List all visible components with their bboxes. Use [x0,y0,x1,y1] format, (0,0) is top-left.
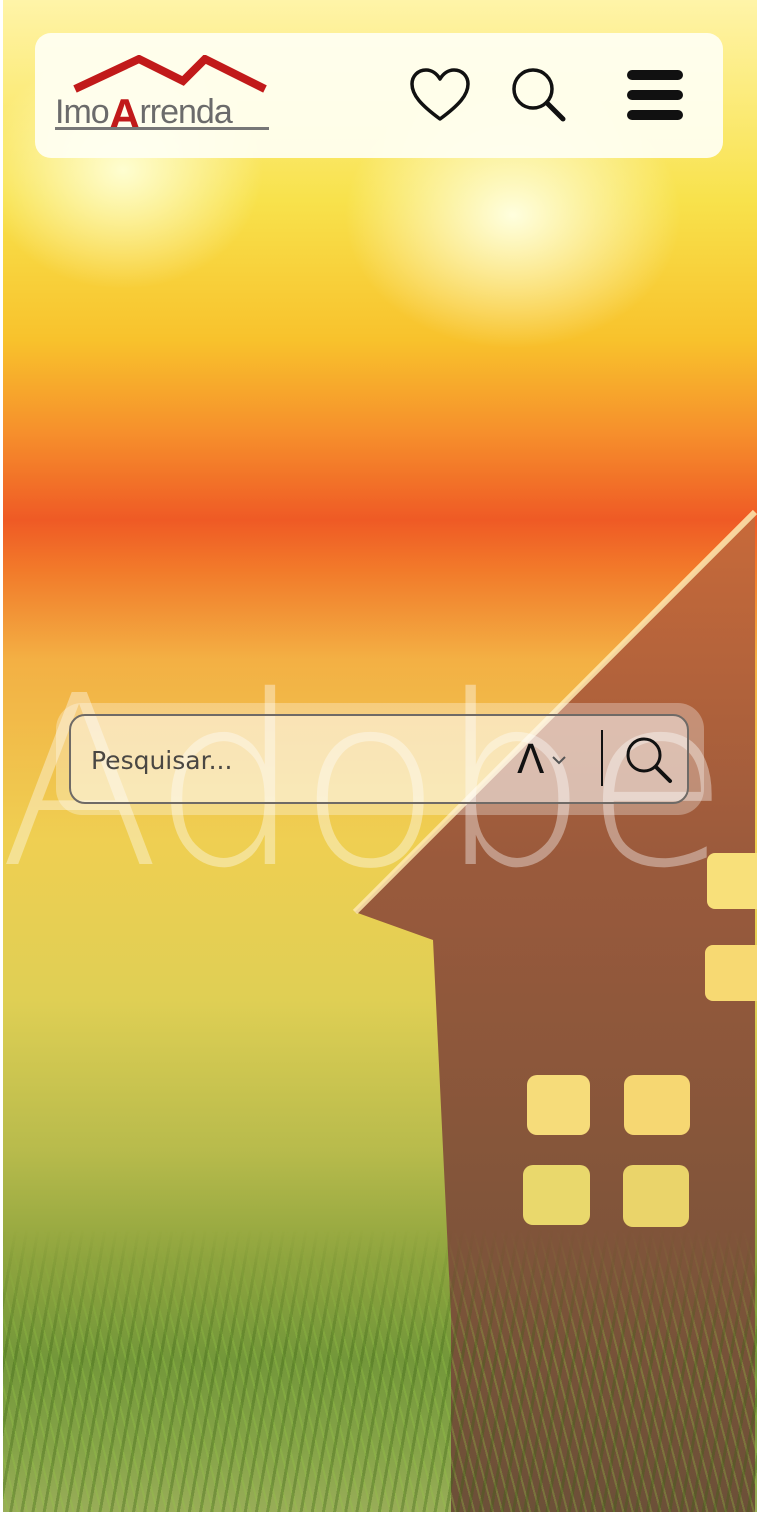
heart-icon [410,68,470,121]
logo-underline [55,127,269,130]
menu-button[interactable] [623,63,687,127]
imoarrenda-logo[interactable]: ImoArrenda [55,55,271,137]
search-bar: Λ [69,714,689,804]
search-divider [601,730,603,786]
search-icon [512,68,566,122]
hamburger-menu-icon [627,70,683,120]
logo-text-a: A [108,90,141,139]
logo-text-rrenda: rrenda [139,93,232,131]
search-type-value: Λ [517,737,545,783]
logo-text-imo: Imo [55,93,110,131]
header-search-button[interactable] [507,63,571,127]
grass-foreground [3,1230,757,1512]
chevron-down-icon [552,756,567,765]
top-header: ImoArrenda [35,33,723,158]
search-icon [626,737,672,783]
logo-wordmark: ImoArrenda [55,87,233,137]
search-type-dropdown[interactable]: Λ [517,738,568,782]
search-submit-button[interactable] [623,734,675,786]
favorites-button[interactable] [408,63,472,127]
search-input[interactable] [89,738,493,782]
